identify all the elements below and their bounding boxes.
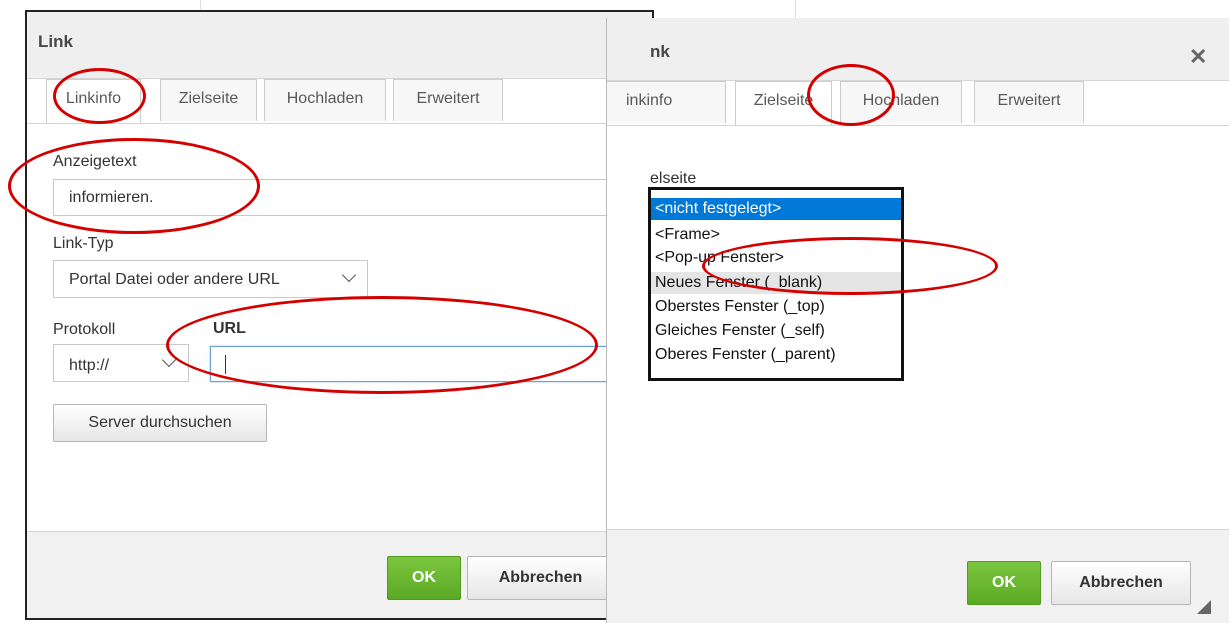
display-text-input[interactable]: informieren. bbox=[53, 179, 631, 216]
dialog-title: Link bbox=[38, 32, 73, 51]
resize-handle-icon[interactable] bbox=[1197, 600, 1211, 614]
link-dialog-linkinfo: Link ✕ Linkinfo Zielseite Hochladen Erwe… bbox=[25, 10, 654, 620]
display-text-value: informieren. bbox=[69, 189, 154, 206]
cancel-button[interactable]: Abbrechen bbox=[467, 556, 614, 600]
cancel-button[interactable]: Abbrechen bbox=[1051, 561, 1191, 605]
chevron-down-icon bbox=[341, 267, 357, 283]
target-option-frame[interactable]: <Frame> bbox=[651, 224, 901, 246]
dialog-footer: OK Abbrechen bbox=[607, 529, 1229, 623]
tab-hochladen[interactable]: Hochladen bbox=[840, 81, 962, 123]
dialog-footer: OK Abbrechen bbox=[27, 531, 652, 618]
browse-server-button[interactable]: Server durchsuchen bbox=[53, 404, 267, 442]
target-option-top[interactable]: Oberstes Fenster (_top) bbox=[651, 296, 901, 318]
dialog-body: Anzeigetext informieren. Link-Typ Portal… bbox=[27, 123, 652, 532]
close-icon[interactable]: ✕ bbox=[1189, 44, 1207, 70]
target-option-not-set[interactable]: <nicht festgelegt> bbox=[651, 198, 901, 220]
protocol-value: http:// bbox=[69, 357, 110, 374]
tab-zielseite[interactable]: Zielseite bbox=[735, 81, 832, 126]
target-listbox[interactable]: <nicht festgelegt> <Frame> <Pop-up Fenst… bbox=[648, 187, 904, 381]
tab-bar: Linkinfo Zielseite Hochladen Erweitert bbox=[27, 79, 652, 124]
text-cursor bbox=[225, 355, 226, 374]
background-divider bbox=[200, 0, 201, 10]
target-option-blank[interactable]: Neues Fenster (_blank) bbox=[651, 272, 901, 294]
target-label: elseite bbox=[650, 170, 697, 187]
target-option-parent[interactable]: Oberes Fenster (_parent) bbox=[651, 344, 901, 366]
display-text-label: Anzeigetext bbox=[53, 153, 137, 170]
tab-hochladen[interactable]: Hochladen bbox=[264, 79, 386, 121]
dialog-titlebar: Link ✕ bbox=[27, 12, 652, 79]
url-input[interactable] bbox=[210, 346, 631, 382]
tab-linkinfo[interactable]: inkinfo bbox=[607, 81, 726, 123]
link-type-select[interactable]: Portal Datei oder andere URL bbox=[53, 260, 368, 298]
dialog-titlebar: nk ✕ bbox=[607, 18, 1229, 81]
ok-button[interactable]: OK bbox=[967, 561, 1041, 605]
url-label: URL bbox=[213, 320, 246, 337]
tab-linkinfo[interactable]: Linkinfo bbox=[46, 79, 141, 124]
tab-bar: inkinfo Zielseite Hochladen Erweitert bbox=[607, 81, 1229, 126]
link-type-label: Link-Typ bbox=[53, 235, 114, 252]
tab-zielseite[interactable]: Zielseite bbox=[160, 79, 257, 121]
background-divider bbox=[795, 0, 796, 18]
tab-erweitert[interactable]: Erweitert bbox=[393, 79, 503, 121]
protocol-label: Protokoll bbox=[53, 321, 116, 338]
dialog-title: nk bbox=[650, 42, 670, 61]
link-type-value: Portal Datei oder andere URL bbox=[69, 271, 280, 288]
tab-erweitert[interactable]: Erweitert bbox=[974, 81, 1084, 123]
chevron-down-icon bbox=[161, 352, 177, 368]
ok-button[interactable]: OK bbox=[387, 556, 461, 600]
target-option-popup[interactable]: <Pop-up Fenster> bbox=[651, 247, 901, 269]
protocol-select[interactable]: http:// bbox=[53, 344, 189, 382]
target-option-self[interactable]: Gleiches Fenster (_self) bbox=[651, 320, 901, 342]
